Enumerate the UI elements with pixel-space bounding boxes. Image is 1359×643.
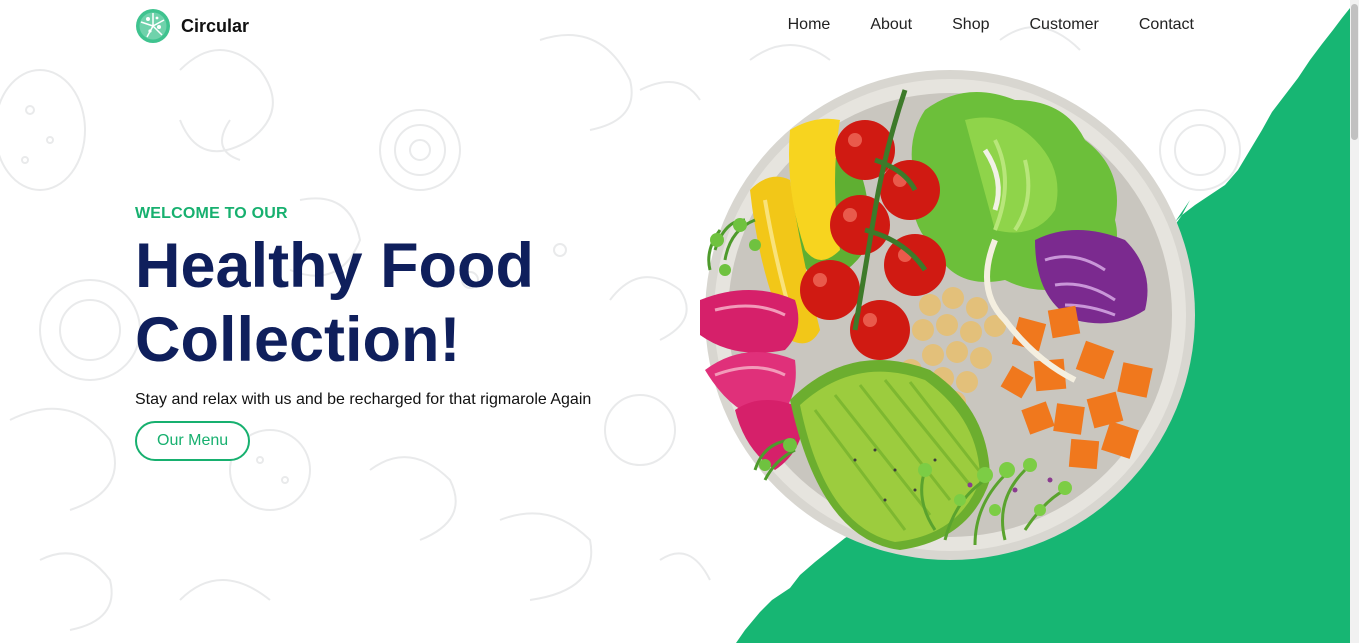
page: Circular Home About Shop Customer Contac…: [0, 0, 1359, 643]
nav-shop[interactable]: Shop: [952, 16, 989, 34]
nav-contact[interactable]: Contact: [1139, 16, 1194, 34]
nav-customer[interactable]: Customer: [1030, 16, 1099, 34]
hero-eyebrow: WELCOME TO OUR: [135, 205, 288, 222]
hero-content: WELCOME TO OUR Healthy Food Collection! …: [135, 205, 655, 461]
hero-title-line2: Collection!: [135, 305, 461, 375]
our-menu-button[interactable]: Our Menu: [135, 421, 251, 461]
main-nav: Home About Shop Customer Contact: [788, 16, 1194, 34]
hero-title-line1: Healthy Food: [135, 231, 535, 301]
nav-home[interactable]: Home: [788, 16, 831, 34]
hero-subtitle: Stay and relax with us and be recharged …: [135, 391, 592, 408]
nav-about[interactable]: About: [870, 16, 912, 34]
site-header: Circular Home About Shop Customer Contac…: [0, 0, 1359, 50]
brand-logo[interactable]: Circular: [135, 8, 249, 44]
brand-name: Circular: [181, 15, 250, 36]
salad-bowl-image: [700, 70, 1195, 560]
hero-title: Healthy Food Collection!: [135, 229, 655, 377]
pizza-icon: [136, 9, 170, 43]
page-scrollbar[interactable]: [1350, 0, 1359, 643]
